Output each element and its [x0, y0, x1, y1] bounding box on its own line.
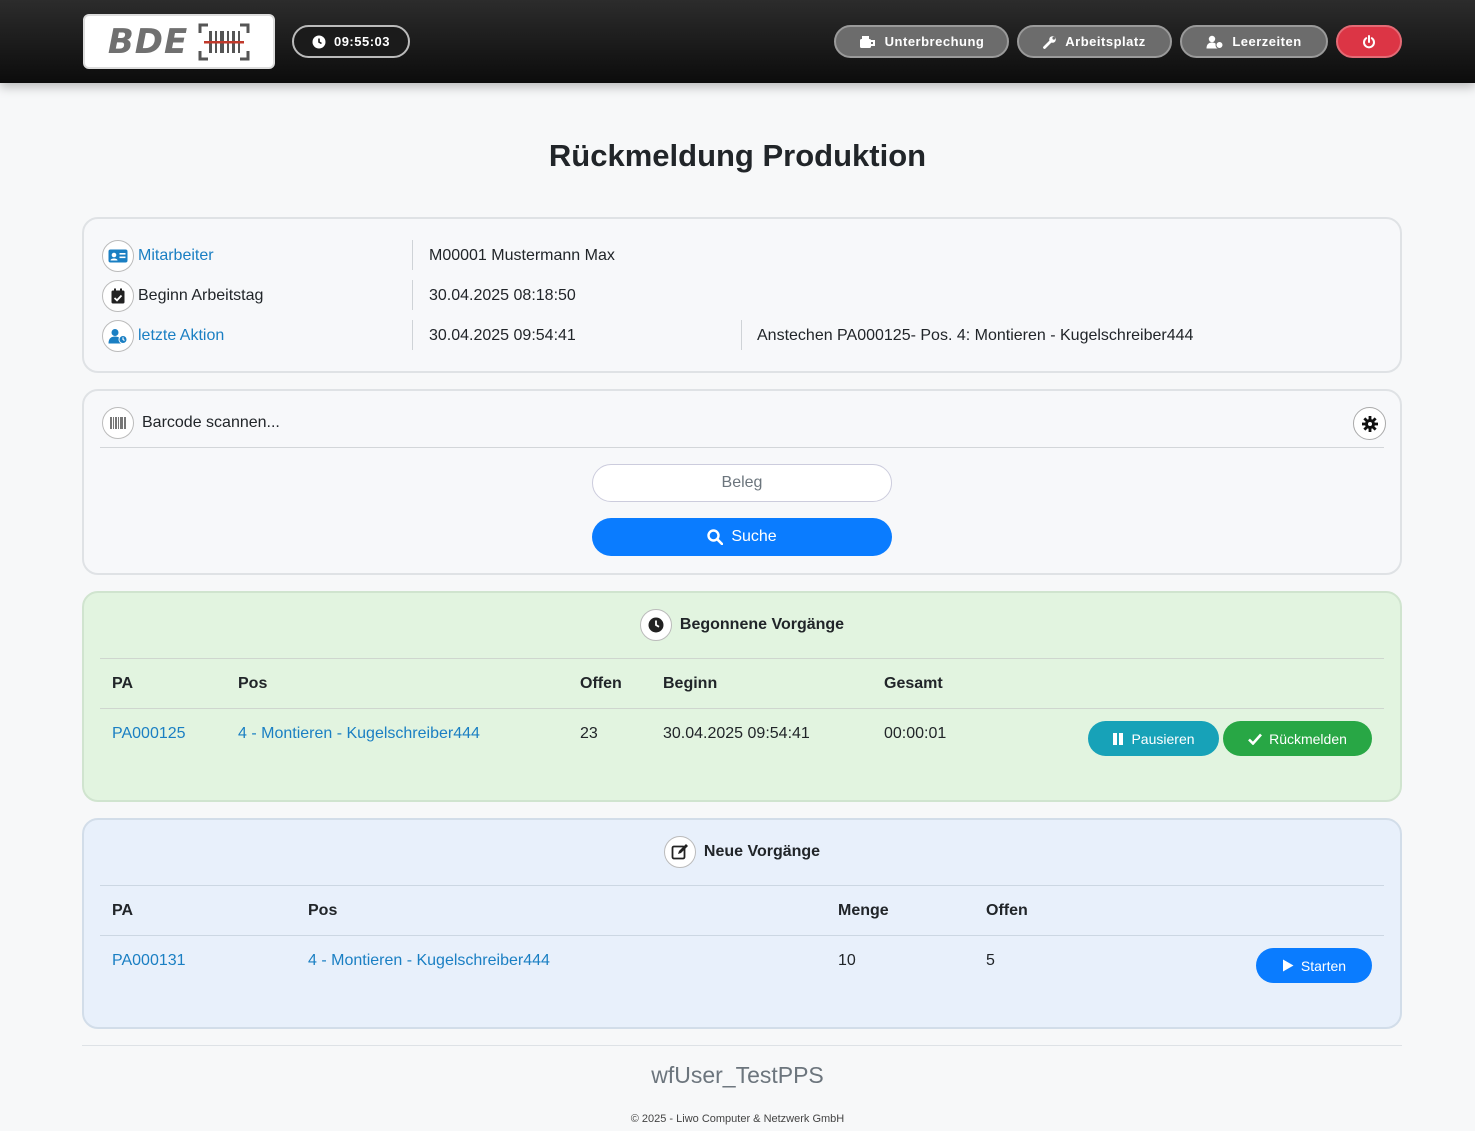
divider	[100, 885, 1384, 886]
letzte-aktion-time: 30.04.2025 09:54:41	[429, 327, 576, 344]
user-clock-icon	[102, 320, 134, 352]
offen-value: 23	[580, 725, 598, 742]
edit-icon	[663, 836, 696, 868]
column-header-pa: PA	[112, 902, 134, 919]
divider	[412, 280, 413, 310]
divider	[741, 320, 742, 350]
neue-header: Neue Vorgänge	[84, 836, 1400, 868]
barcode-icon	[102, 407, 134, 439]
settings-button[interactable]	[1353, 407, 1386, 440]
id-card-icon	[102, 240, 134, 272]
menge-value: 10	[838, 952, 856, 969]
barcode-scan-card: Barcode scannen... Suche	[82, 389, 1402, 575]
beginn-value: 30.04.2025 09:54:41	[663, 725, 810, 742]
begonnene-vorgaenge-card: Begonnene Vorgänge PA Pos Offen Beginn G…	[82, 591, 1402, 802]
column-header-pos: Pos	[238, 675, 268, 692]
arbeitsplatz-label: Arbeitsplatz	[1065, 34, 1146, 49]
rueckmelden-button[interactable]: Rückmelden	[1223, 721, 1372, 756]
wrench-icon	[1043, 35, 1057, 49]
check-icon	[1248, 733, 1263, 745]
begonnene-header: Begonnene Vorgänge	[84, 609, 1400, 641]
pausieren-button[interactable]: Pausieren	[1088, 721, 1219, 756]
beginn-label: Beginn Arbeitstag	[138, 287, 264, 304]
starten-button[interactable]: Starten	[1256, 948, 1372, 983]
letzte-aktion-row: letzte Aktion	[102, 319, 224, 353]
letzte-aktion-text: Anstechen PA000125- Pos. 4: Montieren - …	[757, 327, 1194, 344]
pos-link[interactable]: 4 - Montieren - Kugelschreiber444	[308, 952, 550, 970]
mitarbeiter-value: M00001 Mustermann Max	[429, 247, 615, 264]
pausieren-label: Pausieren	[1131, 730, 1195, 747]
barcode-scan-row: Barcode scannen...	[102, 407, 280, 439]
gear-icon	[1361, 415, 1378, 432]
divider	[100, 658, 1384, 659]
mitarbeiter-row: Mitarbeiter	[102, 239, 214, 273]
column-header-pa: PA	[112, 675, 134, 692]
begonnene-title: Begonnene Vorgänge	[679, 616, 845, 633]
mitarbeiter-link[interactable]: Mitarbeiter	[138, 247, 214, 265]
leerzeiten-button[interactable]: Leerzeiten	[1180, 25, 1328, 58]
divider	[412, 240, 413, 270]
logo-text: BDE	[107, 21, 189, 62]
beleg-input[interactable]	[592, 464, 892, 502]
beginn-row: Beginn Arbeitstag	[102, 279, 263, 313]
leerzeiten-label: Leerzeiten	[1232, 34, 1302, 49]
arbeitsplatz-button[interactable]: Arbeitsplatz	[1017, 25, 1172, 58]
top-bar: BDE 09:55:03 Unterbrechung Arbeitsplatz …	[0, 0, 1475, 83]
employee-info-card: Mitarbeiter M00001 Mustermann Max Beginn…	[82, 217, 1402, 373]
barcode-scan-icon	[198, 23, 250, 60]
play-icon	[1282, 959, 1294, 972]
pause-icon	[1113, 732, 1124, 745]
column-header-offen: Offen	[986, 902, 1028, 919]
page-title: Rückmeldung Produktion	[548, 138, 927, 173]
starten-label: Starten	[1300, 957, 1347, 974]
column-header-beginn: Beginn	[663, 675, 718, 692]
offen-value: 5	[986, 952, 995, 969]
column-header-pos: Pos	[308, 902, 338, 919]
column-header-offen: Offen	[580, 675, 622, 692]
unterbrechung-button[interactable]: Unterbrechung	[834, 25, 1009, 58]
column-header-menge: Menge	[838, 902, 889, 919]
clock-time: 09:55:03	[333, 34, 391, 49]
footer-user: wfUser_TestPPS	[651, 1062, 824, 1088]
pa-link[interactable]: PA000131	[112, 952, 186, 970]
power-icon	[1363, 34, 1375, 48]
pa-link[interactable]: PA000125	[112, 725, 186, 743]
footer-copyright: © 2025 - Liwo Computer & Netzwerk GmbH	[630, 1113, 845, 1125]
rueckmelden-label: Rückmelden	[1269, 730, 1347, 747]
beginn-value: 30.04.2025 08:18:50	[429, 287, 576, 304]
unterbrechung-label: Unterbrechung	[884, 34, 985, 49]
pos-link[interactable]: 4 - Montieren - Kugelschreiber444	[238, 725, 480, 743]
barcode-scan-label[interactable]: Barcode scannen...	[142, 414, 280, 432]
clock-icon	[312, 35, 326, 48]
divider	[100, 935, 1384, 936]
clock-icon	[639, 609, 672, 641]
search-label: Suche	[731, 528, 777, 545]
calendar-check-icon	[102, 280, 134, 312]
divider	[100, 708, 1384, 709]
bde-logo[interactable]: BDE	[83, 14, 275, 69]
search-button[interactable]: Suche	[592, 518, 892, 556]
coffee-break-icon	[859, 35, 875, 48]
divider	[412, 320, 413, 350]
user-clock-icon	[1206, 35, 1224, 49]
gesamt-value: 00:00:01	[884, 725, 947, 742]
footer-divider	[82, 1045, 1402, 1046]
neue-vorgaenge-card: Neue Vorgänge PA Pos Menge Offen PA00013…	[82, 818, 1402, 1029]
letzte-aktion-link[interactable]: letzte Aktion	[138, 327, 224, 345]
search-icon	[707, 529, 724, 545]
logout-button[interactable]	[1336, 25, 1402, 58]
column-header-gesamt: Gesamt	[884, 675, 943, 692]
divider	[100, 447, 1384, 448]
neue-title: Neue Vorgänge	[703, 843, 821, 860]
session-clock: 09:55:03	[292, 25, 410, 58]
